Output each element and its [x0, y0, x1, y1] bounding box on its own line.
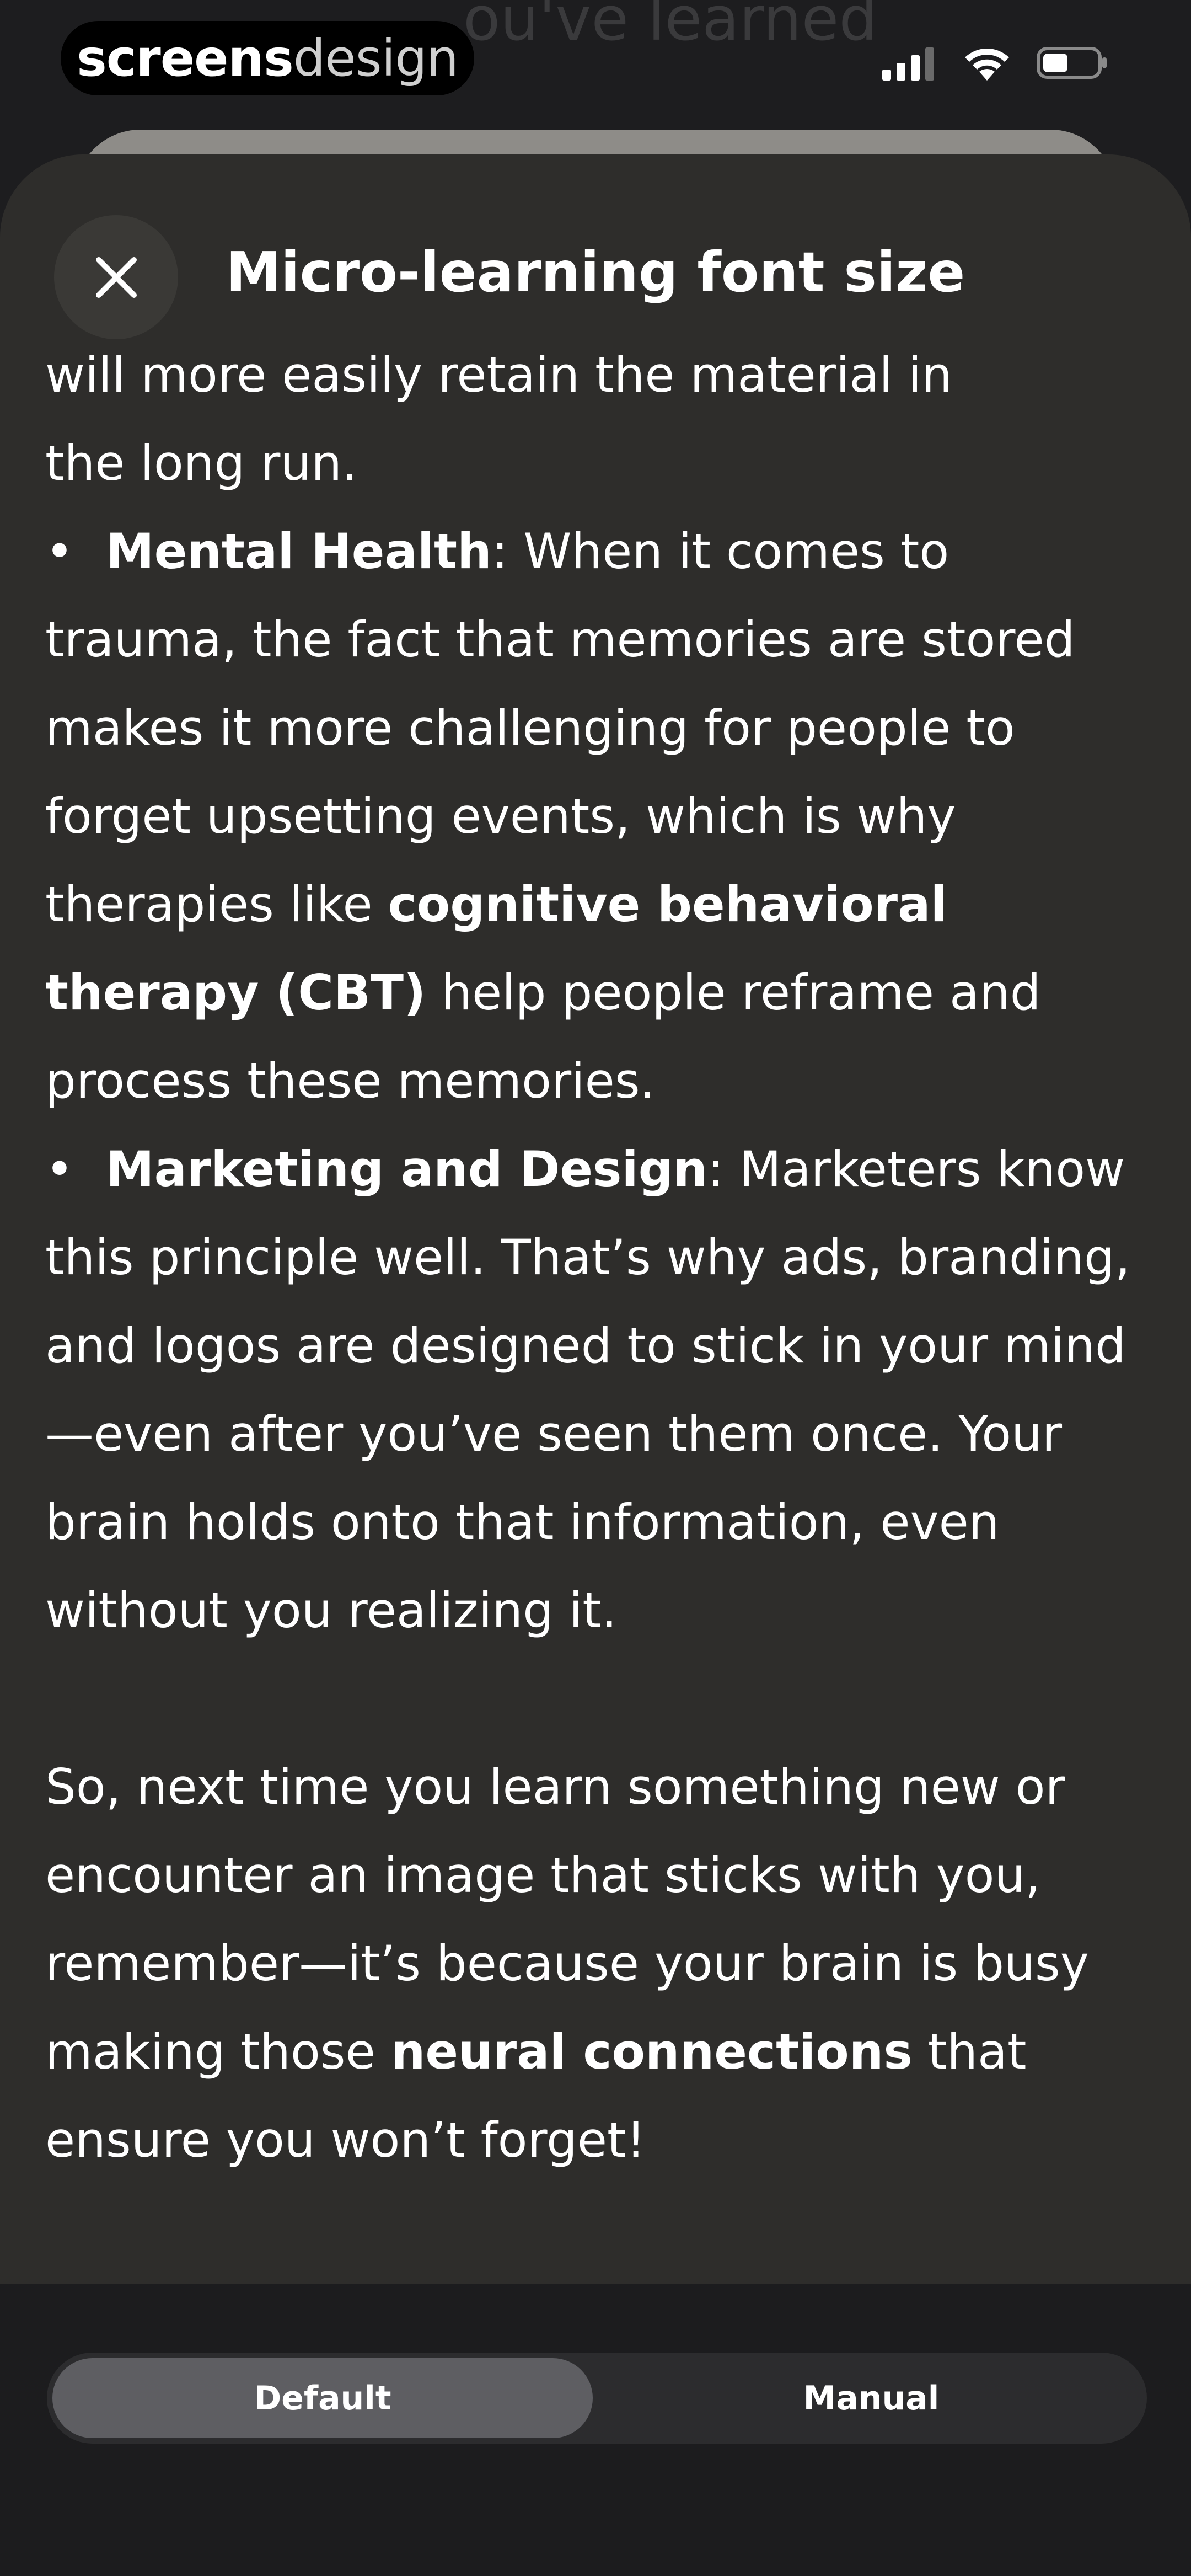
preview-text: will more easily retain the material in …	[45, 331, 1154, 2184]
signal-icon	[882, 47, 934, 81]
font-size-segmented-control: Default Manual	[47, 2353, 1147, 2444]
intro-text: will more easily retain the material in …	[45, 346, 952, 491]
battery-icon	[1037, 47, 1107, 79]
bullet-mental-health: • Mental Health: When it comes to trauma,…	[45, 523, 1075, 1109]
close-button[interactable]	[54, 215, 178, 339]
close-icon	[95, 256, 137, 298]
bullet-label: Mental Health	[106, 523, 492, 580]
brand-watermark: screens design	[61, 21, 474, 95]
segment-manual[interactable]: Manual	[601, 2358, 1141, 2438]
brand-bold: screens	[77, 29, 294, 88]
closing-text: So, next time you learn something new or…	[45, 1759, 1089, 2168]
bullet-marketing-design: • Marketing and Design: Marketers know th…	[45, 1141, 1130, 1639]
segment-default[interactable]: Default	[52, 2358, 593, 2438]
bullet-label: Marketing and Design	[106, 1141, 708, 1198]
wifi-icon	[965, 49, 1009, 81]
sheet-header: Micro-learning font size	[0, 154, 1191, 339]
brand-light: design	[293, 29, 459, 88]
font-size-sheet: Micro-learning font size will more easil…	[0, 154, 1191, 2284]
status-icons	[882, 43, 1108, 83]
sheet-title: Micro-learning font size	[226, 240, 965, 304]
status-bar: screens design	[0, 0, 1191, 132]
font-size-control-bar: Default Manual	[0, 2284, 1191, 2576]
